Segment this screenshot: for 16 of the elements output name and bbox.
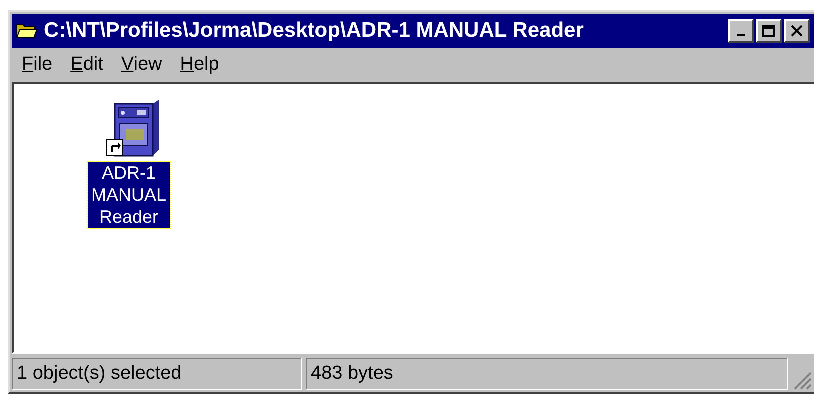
close-icon <box>790 25 804 37</box>
window-title: C:\NT\Profiles\Jorma\Desktop\ADR-1 MANUAL Reader <box>44 18 585 44</box>
menu-item[interactable]: Edit <box>64 50 110 80</box>
maximize-icon <box>762 25 776 37</box>
close-button[interactable] <box>784 19 810 43</box>
maximize-button[interactable] <box>756 19 782 43</box>
menu-item[interactable]: View <box>115 50 168 80</box>
folder-icon <box>16 22 38 40</box>
status-bar-panel: 483 bytes <box>306 358 788 390</box>
minimize-icon <box>737 34 745 36</box>
menu-item[interactable]: File <box>16 50 59 80</box>
menu-item[interactable]: Help <box>174 50 226 80</box>
minimize-button[interactable] <box>728 19 754 43</box>
status-bar-panel: 1 object(s) selected <box>12 358 302 390</box>
icon-label[interactable]: ADR-1 MANUAL Reader <box>88 162 170 228</box>
resize-grip-icon[interactable] <box>792 370 812 390</box>
